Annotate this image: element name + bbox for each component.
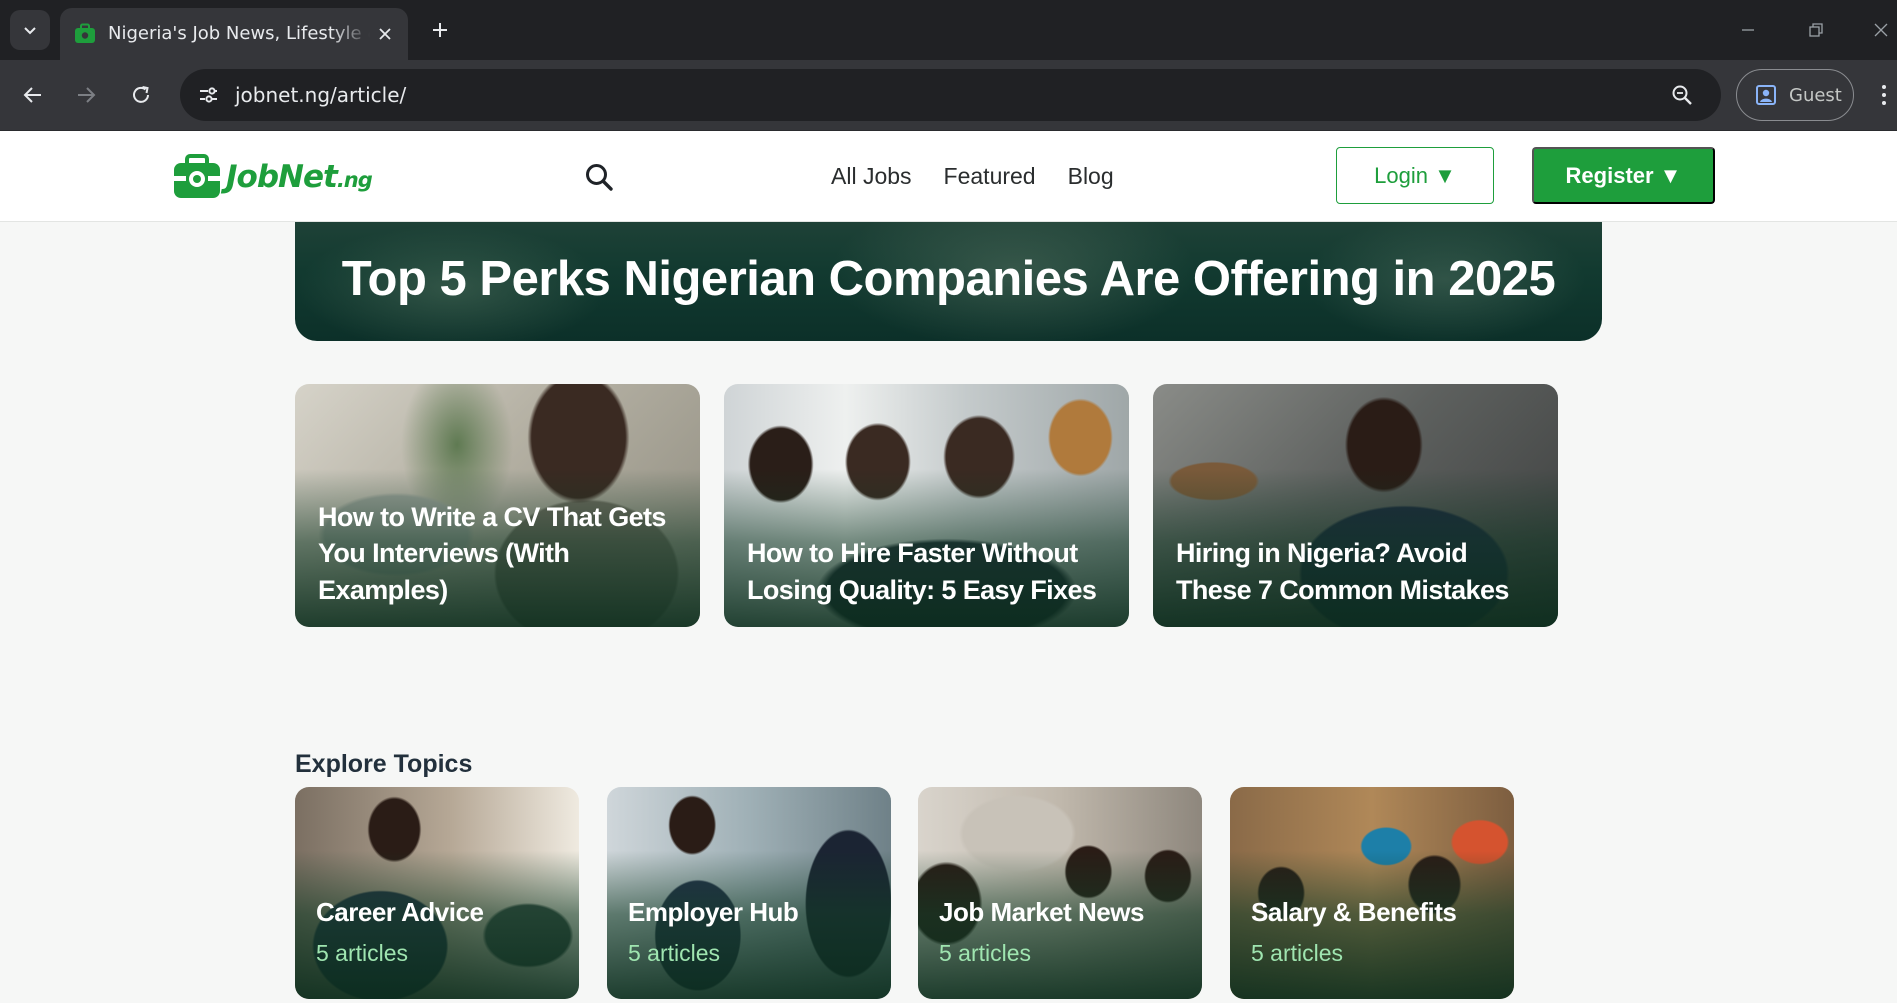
tab-close-button[interactable] [372, 21, 398, 47]
article-title: How to Hire Faster Without Losing Qualit… [747, 538, 1097, 605]
browser-tab-active[interactable]: Nigeria's Job News, Lifestyle & Career T… [60, 8, 408, 60]
topic-name: Job Market News [939, 897, 1144, 927]
article-card[interactable]: How to Write a CV That Gets You Intervie… [295, 384, 700, 627]
browser-toolbar: jobnet.ng/article/ Guest [0, 60, 1897, 131]
nav-blog[interactable]: Blog [1068, 161, 1114, 191]
new-tab-button[interactable] [424, 14, 456, 46]
profile-icon [1756, 85, 1776, 105]
topic-article-count: 5 articles [939, 940, 1032, 966]
reload-icon [133, 86, 149, 103]
window-close-icon [1874, 23, 1887, 37]
forward-arrow-icon [78, 87, 96, 103]
minimize-button[interactable] [1728, 12, 1768, 48]
logo-main: JobNet [226, 159, 338, 195]
topic-card-career-advice[interactable]: Career Advice 5 articles [295, 787, 579, 999]
reload-button[interactable] [123, 77, 159, 113]
minimize-icon [1742, 29, 1754, 31]
back-arrow-icon [23, 87, 41, 103]
tab-title: Nigeria's Job News, Lifestyle & Career T… [108, 23, 370, 44]
profile-label: Guest [1789, 84, 1842, 106]
url-text: jobnet.ng/article/ [235, 83, 407, 107]
hero-title: Top 5 Perks Nigerian Companies Are Offer… [341, 252, 1556, 306]
article-card[interactable]: How to Hire Faster Without Losing Qualit… [724, 384, 1129, 627]
nav-featured[interactable]: Featured [944, 161, 1036, 191]
article-title: How to Write a CV That Gets You Intervie… [318, 501, 666, 605]
forward-button[interactable] [68, 77, 104, 113]
explore-topics-heading: Explore Topics [295, 750, 473, 778]
logo-text: JobNet.ng [226, 159, 373, 195]
topic-article-count: 5 articles [316, 940, 409, 966]
article-card[interactable]: Hiring in Nigeria? Avoid These 7 Common … [1153, 384, 1558, 627]
zoom-button[interactable] [1668, 81, 1696, 109]
site-info-button[interactable] [194, 81, 222, 109]
topic-article-count: 5 articles [628, 940, 721, 966]
restore-button[interactable] [1796, 12, 1836, 48]
article-title: Hiring in Nigeria? Avoid These 7 Common … [1176, 538, 1509, 605]
restore-icon [1809, 23, 1823, 37]
zoom-icon [1672, 85, 1692, 105]
site-info-icon [200, 87, 217, 103]
topic-card-employer-hub[interactable]: Employer Hub 5 articles [607, 787, 891, 999]
briefcase-favicon [75, 23, 95, 43]
address-bar[interactable]: jobnet.ng/article/ [180, 69, 1721, 121]
topic-card-salary-benefits[interactable]: Salary & Benefits 5 articles [1230, 787, 1514, 999]
window-close-button[interactable] [1864, 12, 1897, 48]
search-icon [586, 164, 613, 191]
profile-button[interactable]: Guest [1736, 69, 1854, 121]
tab-search-button[interactable] [10, 10, 50, 50]
briefcase-logo-icon [174, 154, 220, 198]
topic-name: Employer Hub [628, 897, 799, 927]
site-header: JobNet.ng All Jobs Featured Blog Login ▼… [0, 131, 1897, 222]
kebab-menu-icon [1882, 85, 1886, 105]
logo-suffix: .ng [336, 168, 373, 192]
topic-article-count: 5 articles [1251, 940, 1344, 966]
topic-name: Career Advice [316, 897, 484, 927]
topic-name: Salary & Benefits [1251, 897, 1457, 927]
site-search-button[interactable] [582, 159, 616, 195]
topic-card-job-market-news[interactable]: Job Market News 5 articles [918, 787, 1202, 999]
site-logo[interactable]: JobNet.ng [172, 151, 373, 203]
plus-icon [433, 23, 447, 37]
browser-tab-strip: Nigeria's Job News, Lifestyle & Career T… [0, 0, 1897, 60]
chevron-down-icon [24, 27, 36, 35]
close-icon [379, 28, 391, 40]
back-button[interactable] [15, 77, 51, 113]
browser-menu-button[interactable] [1876, 78, 1892, 112]
main-nav: All Jobs Featured Blog [831, 161, 1114, 191]
nav-all-jobs[interactable]: All Jobs [831, 161, 912, 191]
register-button[interactable]: Register ▼ [1532, 147, 1715, 204]
login-button[interactable]: Login ▼ [1336, 147, 1494, 204]
